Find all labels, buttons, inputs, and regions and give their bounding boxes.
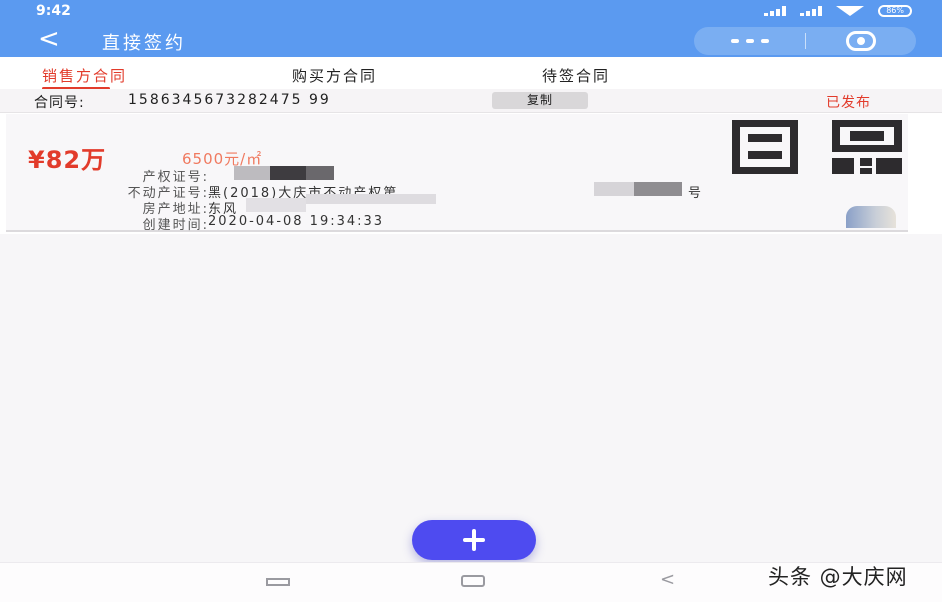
battery-level: 86% <box>886 6 904 15</box>
tab-buyer-contracts[interactable]: 购买方合同 <box>292 65 377 86</box>
page-title: 直接签约 <box>102 33 186 54</box>
watermark: 头条 @大庆网 <box>768 565 908 589</box>
contract-number-row: 合同号: 1586345673282475 99 复制 已发布 <box>0 89 942 113</box>
redacted-block <box>234 166 270 180</box>
contract-card[interactable]: ¥82万 6500元/㎡ 产权证号: 不动产证号: 黑(2018)大庆市不动产权… <box>6 114 908 233</box>
realestate-cert-suffix: 号 <box>688 186 704 201</box>
contract-number-value: 1586345673282475 99 <box>128 92 331 108</box>
redacted-block <box>634 182 682 196</box>
more-dot-icon <box>730 39 739 43</box>
home-icon[interactable] <box>461 575 485 587</box>
contract-number-label: 合同号: <box>34 95 85 111</box>
content-area <box>0 234 942 562</box>
status-icons: 86% <box>764 5 912 17</box>
close-mini-program-button[interactable] <box>806 27 916 55</box>
status-badge: 已发布 <box>826 95 871 111</box>
status-time: 9:42 <box>36 3 71 19</box>
more-dot-icon <box>745 39 754 43</box>
redacted-block <box>306 166 334 180</box>
tab-pending-contracts[interactable]: 待签合同 <box>542 65 610 86</box>
recent-apps-icon[interactable] <box>266 578 290 586</box>
created-time-label: 创建时间: <box>142 218 209 233</box>
more-dot-icon <box>760 39 769 43</box>
signal-icon-2 <box>800 6 823 16</box>
target-icon <box>846 31 876 51</box>
signal-icon <box>764 6 787 16</box>
qr-code-icon[interactable] <box>730 118 904 176</box>
contract-tabs: 销售方合同 购买方合同 待签合同 <box>0 57 942 90</box>
mini-program-capsule <box>694 27 916 55</box>
back-button[interactable]: < <box>38 24 60 54</box>
battery-icon: 86% <box>878 5 912 17</box>
avatar <box>846 206 896 228</box>
app-header: 9:42 86% < 直接签约 <box>0 0 942 57</box>
redacted-block <box>594 182 634 196</box>
redacted-block <box>270 166 306 180</box>
wifi-icon <box>836 6 865 16</box>
more-menu-button[interactable] <box>694 27 805 55</box>
nav-back-icon[interactable]: < <box>660 569 675 590</box>
add-contract-button[interactable] <box>412 520 536 560</box>
redacted-block <box>306 194 436 204</box>
created-time-value: 2020-04-08 19:34:33 <box>208 214 385 229</box>
tab-seller-contracts[interactable]: 销售方合同 <box>42 65 127 86</box>
copy-button[interactable]: 复制 <box>492 92 588 109</box>
plus-icon <box>463 529 485 551</box>
redacted-block <box>246 198 306 212</box>
